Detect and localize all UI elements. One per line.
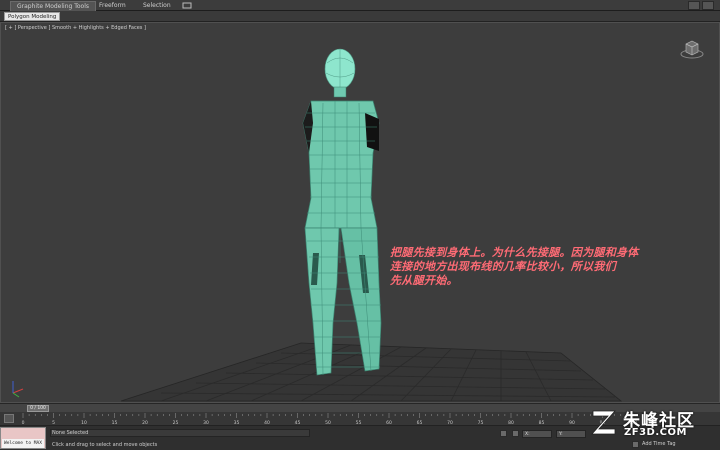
viewport-scene <box>12 48 623 402</box>
tab-selection[interactable]: Selection <box>137 1 177 11</box>
prompt-line: Click and drag to select and move object… <box>52 442 158 448</box>
selection-field <box>50 429 310 437</box>
minimize-icon[interactable] <box>688 1 700 10</box>
character-mesh[interactable] <box>302 48 382 376</box>
annotation-line-3: 先从腿开始。 <box>390 274 458 287</box>
ribbon-panel-bar: Polygon Modeling <box>0 11 720 22</box>
selection-status: None Selected <box>52 430 89 436</box>
time-slider-thumb[interactable]: 0 / 100 <box>27 405 49 412</box>
viewcube-icon[interactable] <box>680 39 704 63</box>
maximize-icon[interactable] <box>702 1 714 10</box>
zf3d-logo-icon <box>591 410 616 435</box>
ribbon-tab-bar: Graphite Modeling Tools Freeform Selecti… <box>0 0 720 11</box>
polygon-modeling-panel[interactable]: Polygon Modeling <box>4 12 61 21</box>
x-coordinate-field[interactable]: X: <box>522 430 552 438</box>
annotation-line-1: 把腿先接到身体上。为什么先接腿。因为腿和身体 <box>390 246 639 259</box>
watermark-url: ZF3D.COM <box>624 427 687 438</box>
tutorial-annotation: 把腿先接到身体上。为什么先接腿。因为腿和身体 连接的地方出现布线的几率比较小，所… <box>390 246 690 288</box>
perspective-viewport[interactable]: [ + ] Perspective ] Smooth + Highlights … <box>0 22 720 403</box>
transform-mode-icon[interactable] <box>512 430 519 437</box>
welcome-label: Welcome to MAX <box>2 439 44 448</box>
zf3d-watermark: 朱峰社区 ZF3D.COM <box>590 405 716 445</box>
annotation-line-2: 连接的地方出现布线的几率比较小，所以我们 <box>390 260 616 273</box>
ribbon-options-icon[interactable] <box>180 1 194 11</box>
tab-freeform[interactable]: Freeform <box>93 1 132 11</box>
window-controls <box>688 1 714 10</box>
viewport-label[interactable]: [ + ] Perspective ] Smooth + Highlights … <box>5 25 146 31</box>
y-coordinate-field[interactable]: Y: <box>556 430 586 438</box>
lock-icon[interactable] <box>500 430 507 437</box>
curve-editor-icon[interactable] <box>4 414 14 423</box>
maxscript-listener[interactable]: Welcome to MAX <box>0 427 46 449</box>
tab-graphite-modeling-tools[interactable]: Graphite Modeling Tools <box>10 1 97 11</box>
axis-tripod-icon <box>12 381 24 398</box>
track-bar-ticks: 0510152025303540455055606570758085909510… <box>22 413 637 426</box>
